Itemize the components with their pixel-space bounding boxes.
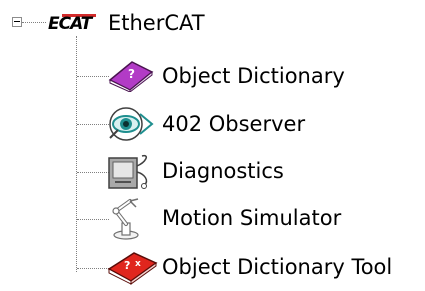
svg-text:?: ? [124, 259, 130, 272]
branch-line [77, 172, 109, 173]
tree-node-label: EtherCAT [108, 11, 205, 35]
branch-line [77, 76, 109, 77]
tree-node-label: Object Dictionary [162, 64, 345, 88]
robot-arm-icon [112, 198, 139, 240]
tree-node-label: Diagnostics [162, 159, 284, 183]
tree-node-label: Object Dictionary Tool [162, 255, 393, 279]
observer-eye-icon [109, 107, 154, 141]
project-tree: ECAT EtherCAT ? Object Dictionary 402 Ob… [0, 0, 425, 291]
root-connector [22, 22, 46, 23]
branch-line [77, 268, 109, 269]
svg-text:?: ? [128, 67, 135, 81]
branch-line [77, 124, 109, 125]
ethercat-logo-text: ECAT [48, 14, 92, 34]
tree-node-label: 402 Observer [162, 112, 306, 136]
svg-text:x: x [135, 259, 141, 269]
branch-line [77, 219, 109, 220]
ethercat-logo-icon: ECAT [48, 10, 102, 34]
tree-trunk-line [76, 36, 77, 272]
diagnostics-icon [108, 154, 148, 189]
tree-node-label: Motion Simulator [162, 206, 342, 230]
collapse-toggle[interactable] [12, 17, 22, 27]
book-icon: ? [108, 61, 154, 92]
dictionary-tool-icon: ? x [107, 252, 158, 285]
